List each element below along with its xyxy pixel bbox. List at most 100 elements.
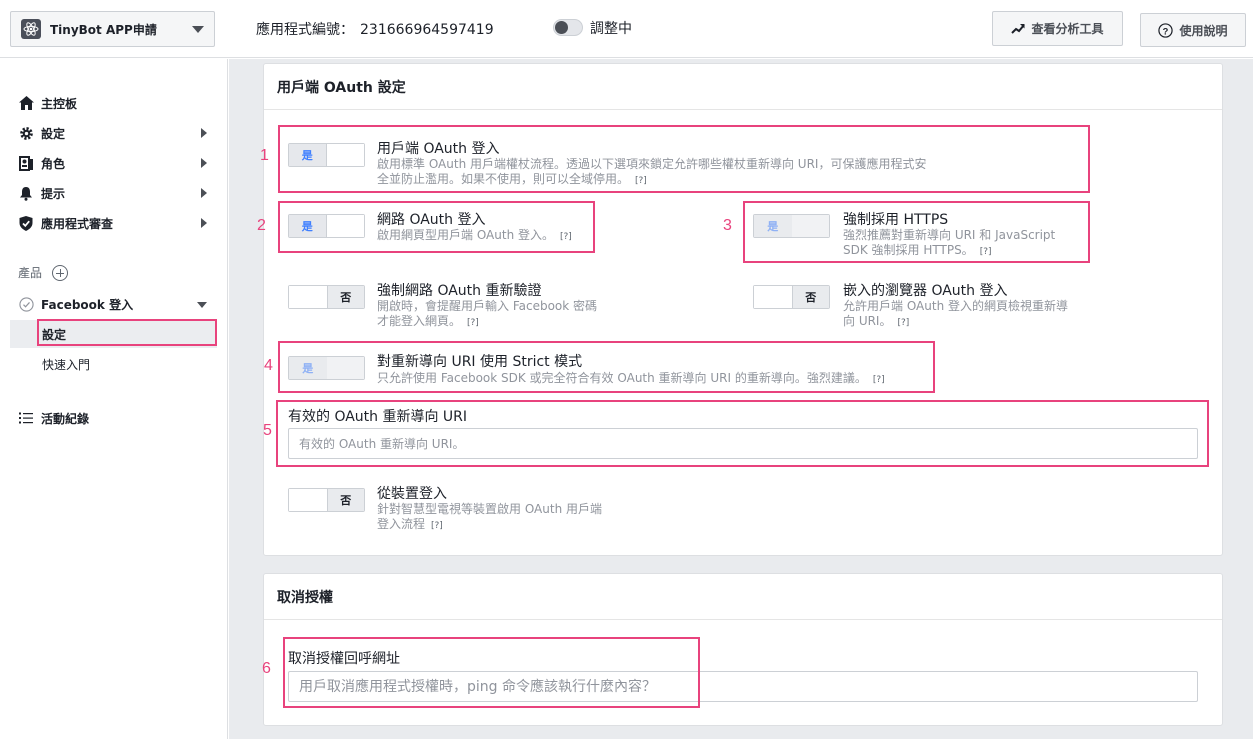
- analytics-label: 查看分析工具: [1031, 22, 1104, 36]
- option-description: 針對智慧型電視等裝置啟用 OAuth 用戶端 登入流程 [?]: [377, 502, 627, 534]
- device-login-toggle[interactable]: 否: [288, 488, 365, 512]
- desc-line: 啟用網頁型用戶端 OAuth 登入。 [?]: [377, 228, 627, 245]
- desc-line: 只允許使用 Facebook SDK 或完全符合有效 OAuth 重新導向 UR…: [377, 371, 937, 388]
- help-link[interactable]: [?]: [897, 318, 909, 328]
- sidebar-item-activity-log[interactable]: 活動紀錄: [18, 408, 213, 428]
- chevron-down-icon: [192, 25, 204, 33]
- desc-text: 才能登入網頁。: [377, 314, 462, 328]
- option-title: 嵌入的瀏覽器 OAuth 登入: [843, 283, 1008, 299]
- strict-mode-toggle[interactable]: 是: [288, 356, 365, 380]
- sidebar-item-alerts[interactable]: 提示: [18, 183, 213, 203]
- client-oauth-login-toggle[interactable]: 是: [288, 143, 365, 167]
- desc-text: 全並防止濫用。如果不使用，則可以全域停用。: [377, 172, 630, 186]
- desc-line: 允許用戶端 OAuth 登入的網頁檢視重新導: [843, 299, 1068, 313]
- sidebar-item-facebook-login[interactable]: Facebook 登入: [18, 294, 213, 314]
- sidebar-item-label: Facebook 登入: [41, 297, 134, 312]
- sidebar-item-app-review[interactable]: 應用程式審查: [18, 213, 213, 233]
- sidebar: 主控板 設定 角色 提示 應用程式審查 產品 Facebook 登入 設定 快速…: [0, 59, 228, 739]
- app-id: 應用程式編號： 231666964597419: [256, 19, 494, 39]
- toggle-yes: 是: [754, 215, 792, 237]
- sidebar-item-dashboard[interactable]: 主控板: [18, 93, 213, 113]
- toggle-no: 否: [791, 286, 829, 308]
- sidebar-item-label: 角色: [41, 156, 66, 171]
- app-selector[interactable]: TinyBot APP申請: [10, 11, 215, 47]
- desc-line: 全並防止濫用。如果不使用，則可以全域停用。 [?]: [377, 172, 987, 189]
- toggle-yes: 是: [289, 215, 327, 237]
- annotation-number: 4: [264, 357, 273, 374]
- option-title: 從裝置登入: [377, 486, 447, 502]
- toggle-yes: [289, 489, 327, 511]
- dev-status-label: 調整中: [590, 21, 632, 37]
- toggle-yes: [289, 286, 327, 308]
- desc-line: 登入流程 [?]: [377, 517, 627, 534]
- toggle-yes: 是: [289, 357, 327, 379]
- gear-icon: [18, 125, 34, 141]
- sidebar-item-label: 主控板: [41, 96, 78, 111]
- help-link[interactable]: [?]: [635, 176, 647, 186]
- help-button[interactable]: ? 使用說明: [1140, 13, 1246, 47]
- desc-text: 向 URI。: [843, 314, 892, 328]
- sidebar-subitem-settings[interactable]: 設定: [10, 320, 217, 348]
- help-link[interactable]: [?]: [467, 318, 479, 328]
- card-title: 用戶端 OAuth 設定: [264, 64, 1222, 110]
- question-circle-icon: ?: [1158, 22, 1174, 38]
- home-icon: [18, 95, 34, 111]
- svg-text:?: ?: [1163, 26, 1169, 36]
- toggle-knob: [555, 21, 568, 34]
- analytics-button[interactable]: 查看分析工具: [992, 11, 1123, 46]
- sidebar-item-label: 設定: [41, 126, 66, 141]
- annotation-number: 5: [263, 422, 272, 439]
- annotation-number: 3: [723, 217, 732, 234]
- dev-mode-toggle[interactable]: [553, 19, 583, 36]
- products-header: 產品: [18, 264, 69, 281]
- redirect-uri-label: 有效的 OAuth 重新導向 URI: [288, 409, 468, 425]
- sidebar-subitem-quickstart[interactable]: 快速入門: [10, 350, 217, 378]
- sidebar-item-roles[interactable]: 角色: [18, 153, 213, 173]
- list-icon: [18, 410, 34, 426]
- chevron-right-icon: [201, 128, 207, 138]
- embedded-browser-oauth-toggle[interactable]: 否: [753, 285, 830, 309]
- sidebar-item-label: 活動紀錄: [41, 411, 90, 426]
- toggle-no: [791, 215, 829, 237]
- toggle-no: [326, 357, 364, 379]
- top-bar: TinyBot APP申請 應用程式編號： 231666964597419 調整中…: [0, 0, 1253, 58]
- sidebar-subitem-label: 設定: [42, 327, 67, 342]
- desc-line: 開啟時，會提醒用戶輸入 Facebook 密碼: [377, 299, 598, 313]
- add-product-icon[interactable]: [52, 264, 69, 281]
- redirect-uri-input[interactable]: [288, 428, 1198, 459]
- desc-line: 針對智慧型電視等裝置啟用 OAuth 用戶端: [377, 502, 602, 516]
- chevron-down-icon: [197, 302, 207, 308]
- web-oauth-login-toggle[interactable]: 是: [288, 214, 365, 238]
- react-logo-icon: [21, 19, 41, 39]
- help-link[interactable]: [?]: [873, 375, 885, 385]
- toggle-yes: [754, 286, 792, 308]
- deauth-callback-label: 取消授權回呼網址: [288, 651, 400, 667]
- desc-text: 啟用網頁型用戶端 OAuth 登入。: [377, 228, 554, 242]
- chevron-right-icon: [201, 218, 207, 228]
- oauth-settings-card: 用戶端 OAuth 設定 是 用戶端 OAuth 登入 啟用標準 OAuth 用…: [263, 63, 1223, 556]
- toggle-no: [326, 144, 364, 166]
- sidebar-item-label: 提示: [41, 186, 66, 201]
- help-link[interactable]: [?]: [560, 232, 572, 242]
- deauthorize-card: 取消授權 取消授權回呼網址: [263, 573, 1223, 726]
- help-link[interactable]: [?]: [431, 521, 443, 531]
- sidebar-item-settings[interactable]: 設定: [18, 123, 213, 143]
- desc-line: 向 URI。 [?]: [843, 314, 1093, 331]
- desc-line: 啟用標準 OAuth 用戶端權杖流程。透過以下選項來鎖定允許哪些權杖重新導向 U…: [377, 157, 927, 171]
- app-id-label: 應用程式編號：: [256, 22, 354, 38]
- help-link[interactable]: [?]: [980, 247, 992, 257]
- enforce-https-toggle[interactable]: 是: [753, 214, 830, 238]
- chevron-right-icon: [201, 188, 207, 198]
- option-title: 用戶端 OAuth 登入: [377, 141, 500, 157]
- app-id-value: 231666964597419: [360, 22, 494, 38]
- desc-text: 登入流程: [377, 517, 426, 531]
- toggle-no: 否: [326, 286, 364, 308]
- roles-icon: [18, 155, 34, 171]
- option-title: 強制網路 OAuth 重新驗證: [377, 283, 542, 299]
- deauth-callback-input[interactable]: [288, 671, 1198, 702]
- option-description: 允許用戶端 OAuth 登入的網頁檢視重新導 向 URI。 [?]: [843, 299, 1093, 331]
- force-web-oauth-reauth-toggle[interactable]: 否: [288, 285, 365, 309]
- help-label: 使用說明: [1179, 23, 1228, 38]
- desc-text: 只允許使用 Facebook SDK 或完全符合有效 OAuth 重新導向 UR…: [377, 371, 867, 385]
- chevron-right-icon: [201, 158, 207, 168]
